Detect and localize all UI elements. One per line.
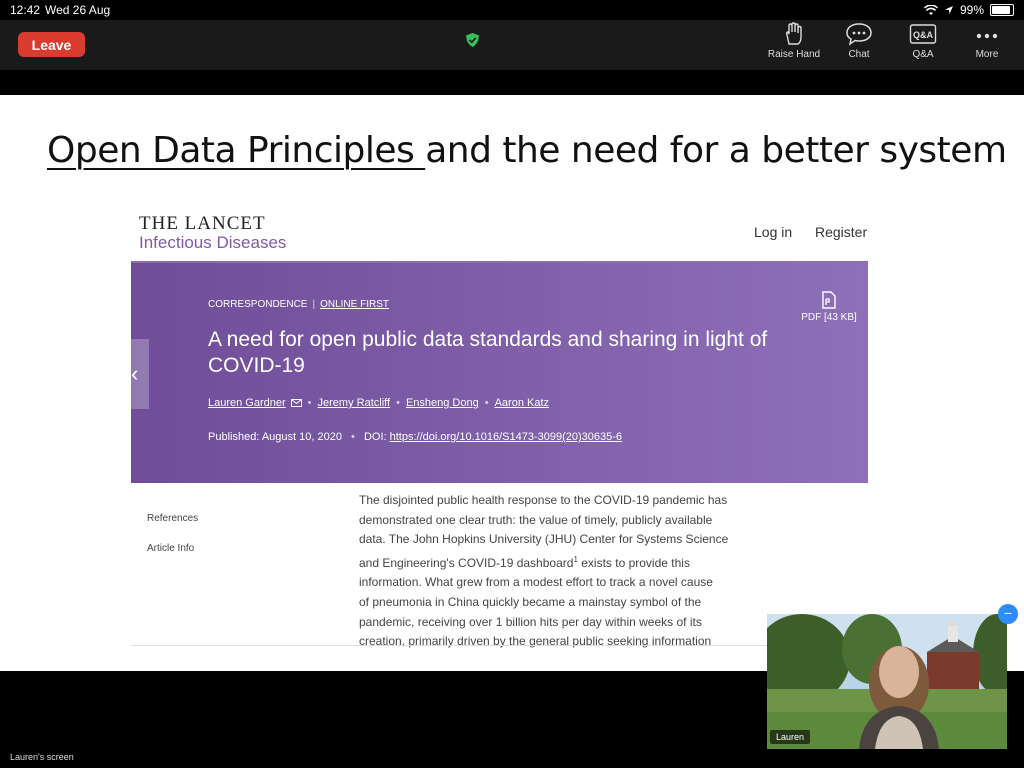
qa-icon-text: Q&A: [913, 30, 934, 40]
author-list: Lauren Gardner • Jeremy Ratcliff • Enshe…: [208, 397, 549, 409]
author-separator: •: [307, 397, 312, 409]
tag-online-first[interactable]: ONLINE FIRST: [320, 299, 389, 310]
shared-screen: Open Data Principles and the need for a …: [0, 95, 1024, 671]
article-title: A need for open public data standards an…: [208, 328, 768, 377]
leave-button[interactable]: Leave: [18, 32, 85, 57]
shield-icon[interactable]: [466, 33, 479, 47]
register-link[interactable]: Register: [815, 224, 867, 240]
collapse-video-icon[interactable]: −: [998, 604, 1018, 624]
raise-hand-button[interactable]: Raise Hand: [764, 22, 824, 60]
publication-info: Published: August 10, 2020 • DOI: https:…: [208, 431, 622, 443]
raise-hand-icon: [785, 22, 802, 45]
body-line: creation, primarily driven by the genera…: [359, 634, 712, 649]
qa-icon: Q&A: [909, 24, 937, 44]
qa-label: Q&A: [912, 49, 934, 60]
article-body: The disjointed public health response to…: [359, 491, 749, 652]
status-right: 99%: [923, 3, 1014, 17]
participant-name: Lauren: [770, 730, 811, 744]
login-link[interactable]: Log in: [754, 224, 792, 240]
slide-title-rest: and the need for a better system: [425, 130, 1007, 171]
slide-title: Open Data Principles and the need for a …: [47, 130, 1007, 171]
author-link[interactable]: Aaron Katz: [495, 397, 549, 409]
tag-correspondence: CORRESPONDENCE: [208, 299, 308, 310]
lancet-logo-name: THE LANCET: [139, 213, 266, 234]
email-icon[interactable]: [290, 399, 302, 407]
previous-arrow-icon[interactable]: ‹: [131, 339, 149, 409]
article-tags: CORRESPONDENCE | ONLINE FIRST: [208, 299, 389, 310]
more-button[interactable]: More: [957, 22, 1017, 60]
tag-separator: |: [312, 299, 316, 310]
author-separator: •: [396, 397, 400, 409]
raise-hand-label: Raise Hand: [767, 49, 821, 60]
meeting-toolbar: Leave Raise Hand Chat Q&A Q&A More: [0, 20, 1024, 70]
body-line-part: and Engineering's COVID-19 dashboard: [359, 555, 574, 570]
pdf-label: PDF [43 KB]: [801, 312, 857, 323]
published-label: Published:: [208, 431, 260, 443]
location-icon: [944, 6, 953, 14]
body-line: information. What grew from a modest eff…: [359, 575, 713, 590]
chat-icon: [846, 23, 872, 46]
qa-button[interactable]: Q&A Q&A: [893, 22, 953, 60]
author-separator: •: [484, 397, 489, 409]
body-line: of pneumonia in China quickly became a m…: [359, 594, 702, 609]
body-line-part: exists to provide this: [581, 555, 690, 570]
author-link[interactable]: Lauren Gardner: [208, 397, 286, 409]
author-link[interactable]: Ensheng Dong: [406, 397, 479, 409]
status-date: Wed 26 Aug: [45, 3, 111, 17]
pdf-download[interactable]: PDF [43 KB]: [799, 291, 859, 323]
video-feed-image: [767, 614, 1007, 749]
wifi-icon: [923, 4, 938, 15]
shared-screen-label: Lauren's screen: [10, 752, 74, 762]
author-link[interactable]: Jeremy Ratcliff: [318, 397, 391, 409]
battery-percent: 99%: [959, 3, 984, 17]
info-separator: •: [351, 431, 355, 443]
battery-fill: [992, 6, 1010, 14]
sidenav-article-info[interactable]: Article Info: [147, 543, 194, 554]
doi-label: DOI:: [363, 431, 387, 443]
lancet-journal-name: Infectious Diseases: [139, 233, 287, 252]
body-line: pandemic, receiving over 1 billion hits …: [359, 614, 702, 629]
content-divider: [131, 645, 771, 646]
doi-link[interactable]: https://doi.org/10.1016/S1473-3099(20)30…: [390, 431, 622, 443]
pdf-icon: [822, 291, 836, 309]
body-line: data. The John Hopkins University (JHU) …: [359, 532, 729, 547]
article-banner: ‹ CORRESPONDENCE | ONLINE FIRST PDF [43 KB…: [131, 263, 868, 483]
body-line: The disjointed public health response to…: [359, 493, 728, 507]
footnote-reference[interactable]: 1: [573, 555, 577, 564]
body-line: and Engineering's COVID-19 dashboard1 ex…: [359, 550, 749, 574]
battery-icon: [990, 4, 1014, 16]
body-line: demonstrated one clear truth: the value …: [359, 512, 713, 527]
chat-label: Chat: [848, 49, 870, 60]
status-time: 12:42: [10, 3, 41, 17]
slide-title-underlined: Open Data Principles: [47, 130, 426, 171]
more-icon: [976, 33, 998, 39]
sidenav-references[interactable]: References: [147, 513, 198, 524]
more-label: More: [975, 49, 999, 60]
published-date: August 10, 2020: [261, 431, 342, 443]
chat-button[interactable]: Chat: [829, 22, 889, 60]
participant-video[interactable]: Lauren: [767, 614, 1007, 749]
status-bar: 12:42 Wed 26 Aug 99%: [0, 0, 1024, 20]
